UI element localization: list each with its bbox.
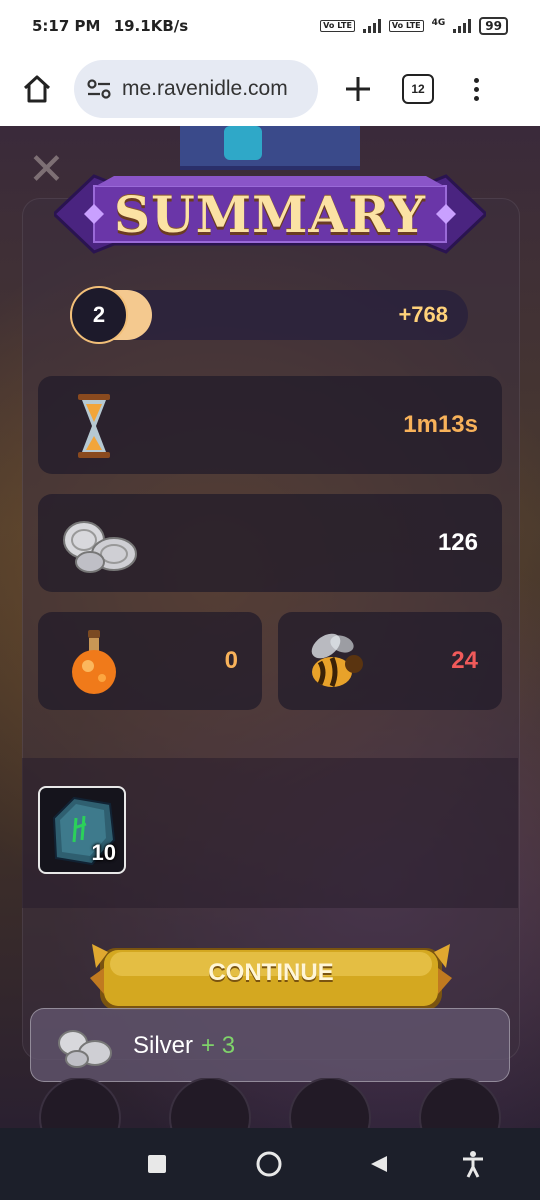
back-button[interactable] xyxy=(354,1139,404,1189)
system-navbar xyxy=(0,1128,540,1200)
game-nav-placeholders xyxy=(39,1078,501,1128)
circle-icon xyxy=(256,1151,282,1177)
home-icon xyxy=(23,75,51,103)
bee-icon xyxy=(311,633,363,687)
battery-icon: 99 xyxy=(479,17,508,35)
toast-text: Silver + 3 xyxy=(133,1009,235,1083)
bee-card: 24 xyxy=(278,612,502,710)
url-text: me.ravenidle.com xyxy=(122,77,288,100)
network-type: 4G xyxy=(431,18,446,28)
home-nav-button[interactable] xyxy=(244,1139,294,1189)
game-area: ✕ SUMMARY 2 +768 1m13s 126 0 24 10 CONTI… xyxy=(0,126,540,1128)
new-tab-button[interactable] xyxy=(336,67,380,111)
toast-item: Silver xyxy=(133,1032,194,1059)
silver-value: 126 xyxy=(437,529,478,556)
potion-value: 0 xyxy=(224,647,238,674)
back-triangle-icon xyxy=(371,1156,387,1172)
address-bar[interactable]: me.ravenidle.com xyxy=(74,60,318,118)
accessibility-button[interactable] xyxy=(448,1139,498,1189)
signal-icon xyxy=(362,19,381,33)
volte-badge-2: Vo LTE xyxy=(388,20,424,32)
home-button[interactable] xyxy=(12,64,62,114)
menu-dot xyxy=(474,86,479,92)
silver-coins-icon xyxy=(58,1030,112,1068)
level-badge: 2 xyxy=(70,286,128,344)
browser-toolbar: me.ravenidle.com 12 xyxy=(0,52,540,126)
silver-coins-icon xyxy=(63,521,137,573)
volte-badge: Vo LTE xyxy=(320,20,355,32)
status-time: 5:17 PM xyxy=(32,17,101,35)
status-right: Vo LTE Vo LTE 4G 99 xyxy=(320,17,508,35)
xp-gain: +768 xyxy=(398,302,448,327)
summary-banner: SUMMARY xyxy=(54,162,486,266)
status-bar: 5:17 PM 19.1KB/s Vo LTE Vo LTE 4G 99 xyxy=(0,0,540,52)
time-card: 1m13s xyxy=(38,376,502,474)
menu-dot xyxy=(474,95,479,101)
signal-icon-2 xyxy=(453,19,472,33)
toast-gain: + 3 xyxy=(201,1032,236,1059)
time-value: 1m13s xyxy=(403,411,478,438)
status-left: 5:17 PM 19.1KB/s xyxy=(32,17,196,35)
hourglass-icon xyxy=(78,394,110,458)
bee-value: 24 xyxy=(451,647,478,674)
silver-toast: Silver + 3 xyxy=(30,1008,510,1082)
potion-icon xyxy=(72,630,116,694)
accessibility-icon xyxy=(463,1151,483,1178)
site-settings-icon[interactable] xyxy=(86,78,112,100)
menu-dot xyxy=(474,77,479,83)
square-icon xyxy=(148,1155,166,1173)
rune-count: 10 xyxy=(91,840,116,865)
silver-card: 126 xyxy=(38,494,502,592)
summary-title: SUMMARY xyxy=(114,184,426,244)
rune-item[interactable]: 10 xyxy=(38,786,126,874)
tower-gem-icon xyxy=(224,126,262,160)
network-speed: 19.1KB/s xyxy=(113,17,189,35)
browser-menu-button[interactable] xyxy=(474,77,479,101)
potion-card: 0 xyxy=(38,612,262,710)
plus-icon xyxy=(346,77,370,101)
recents-button[interactable] xyxy=(132,1139,182,1189)
tab-switcher-button[interactable]: 12 xyxy=(402,74,434,104)
